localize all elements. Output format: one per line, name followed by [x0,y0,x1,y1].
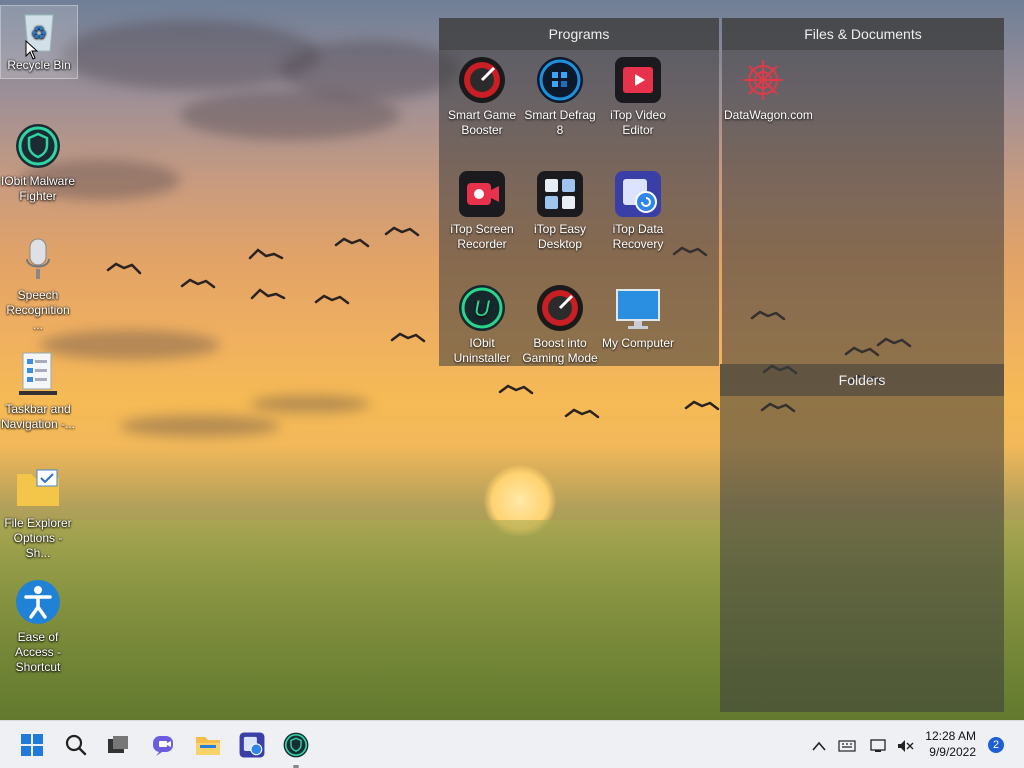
desktop-icon-ease-of-access[interactable]: Ease of Access - Shortcut [0,578,76,675]
taskbar: 12:28 AM 9/9/2022 2 [0,720,1024,768]
file-label: DataWagon.com [724,108,813,122]
chevron-up-icon [812,741,826,751]
search-button[interactable] [60,729,92,761]
recycle-bin-icon: ♻ [15,6,63,54]
itop-screen-recorder-icon [458,170,506,218]
folder-check-icon [14,464,62,512]
file-explorer-icon [196,737,220,755]
clock-date: 9/9/2022 [929,745,976,759]
program-label: iTop Video Editor [610,108,666,137]
program-label: iTop Data Recovery [612,222,664,251]
desktop-icon-taskbar-navigation[interactable]: Taskbar and Navigation -... [0,350,76,432]
program-iobit-uninstaller[interactable]: U IObit Uninstaller [443,284,521,366]
chat-icon [153,736,173,756]
desktop-icon-label: Recycle Bin [7,58,71,72]
desktop-icon-speech-recognition[interactable]: Speech Recognition ... [0,236,76,333]
keyboard-button[interactable] [836,735,858,757]
show-hidden-icons-button[interactable] [808,735,830,757]
desktop-icon-file-explorer-options[interactable]: File Explorer Options - Sh... [0,464,76,561]
clock-time: 12:28 AM [925,729,976,743]
taskbar-iobit-malware-fighter[interactable] [280,729,312,768]
search-icon [65,734,87,756]
accessibility-icon [14,578,62,626]
program-itop-screen-recorder[interactable]: iTop Screen Recorder [443,170,521,252]
microphone-icon [14,236,62,284]
desktop-icon-label: File Explorer Options - Sh... [4,516,72,560]
itop-video-editor-icon [614,56,662,104]
program-itop-easy-desktop[interactable]: iTop Easy Desktop [521,170,599,252]
desktop-icon-label: Speech Recognition ... [6,288,70,332]
mouse-cursor-icon [25,40,39,60]
program-label: Boost into Gaming Mode [522,336,598,365]
keyboard-icon [838,740,856,752]
itop-data-recovery-icon [239,732,265,758]
network-button[interactable] [868,735,890,757]
fence-files-documents[interactable]: Files & Documents DataWagon.com [722,18,1004,364]
program-smart-defrag[interactable]: Smart Defrag 8 [521,56,599,138]
monitor-icon [614,284,662,332]
desktop-icon-iobit-malware-fighter[interactable]: IObit Malware Fighter [0,122,76,204]
fence-title[interactable]: Files & Documents [722,18,1004,50]
fence-title[interactable]: Programs [439,18,719,50]
iobit-uninstaller-icon: U [458,284,506,332]
notification-badge[interactable]: 2 [988,737,1004,753]
program-boost-gaming-mode[interactable]: Boost into Gaming Mode [521,284,599,366]
smart-game-booster-icon [458,56,506,104]
fence-title[interactable]: Folders [720,364,1004,396]
program-label: iTop Screen Recorder [450,222,514,251]
program-label: My Computer [601,336,675,350]
task-view-button[interactable] [102,729,134,761]
program-smart-game-booster[interactable]: Smart Game Booster [443,56,521,138]
start-button[interactable] [16,729,48,761]
volume-button[interactable] [894,735,916,757]
iobit-malware-fighter-icon [14,122,62,170]
program-label: Smart Defrag 8 [524,108,596,137]
gaming-mode-icon [536,284,584,332]
program-label: IObit Uninstaller [453,336,511,365]
desktop-icon-label: Taskbar and Navigation -... [0,402,76,431]
svg-text:U: U [474,296,490,321]
itop-data-recovery-icon [614,170,662,218]
itop-easy-desktop-icon [536,170,584,218]
datawagon-icon [739,56,787,104]
file-datawagon[interactable]: DataWagon.com [724,56,813,123]
desktop-icon-recycle-bin[interactable]: ♻ Recycle Bin [0,5,78,79]
program-label: Smart Game Booster [447,108,516,137]
program-itop-video-editor[interactable]: iTop Video Editor [599,56,677,138]
clock[interactable]: 12:28 AM 9/9/2022 [925,728,976,760]
volume-muted-icon [898,740,914,752]
desktop-icon-label: IObit Malware Fighter [0,174,76,203]
taskbar-itop-data-recovery[interactable] [236,729,268,761]
smart-defrag-icon [536,56,584,104]
iobit-malware-fighter-icon [283,732,309,758]
program-label: iTop Easy Desktop [533,222,587,251]
file-explorer-button[interactable] [192,729,224,761]
taskbar-settings-icon [14,350,62,398]
fence-programs[interactable]: Programs Smart Game Booster Smart Defrag… [439,18,719,366]
program-itop-data-recovery[interactable]: iTop Data Recovery [599,170,677,252]
desktop-icon-label: Ease of Access - Shortcut [14,630,61,674]
chat-button[interactable] [148,729,180,761]
start-icon [21,734,43,756]
program-my-computer[interactable]: My Computer [599,284,677,351]
fence-folders[interactable]: Folders [720,364,1004,712]
task-view-icon [108,736,128,753]
network-icon [870,739,886,752]
